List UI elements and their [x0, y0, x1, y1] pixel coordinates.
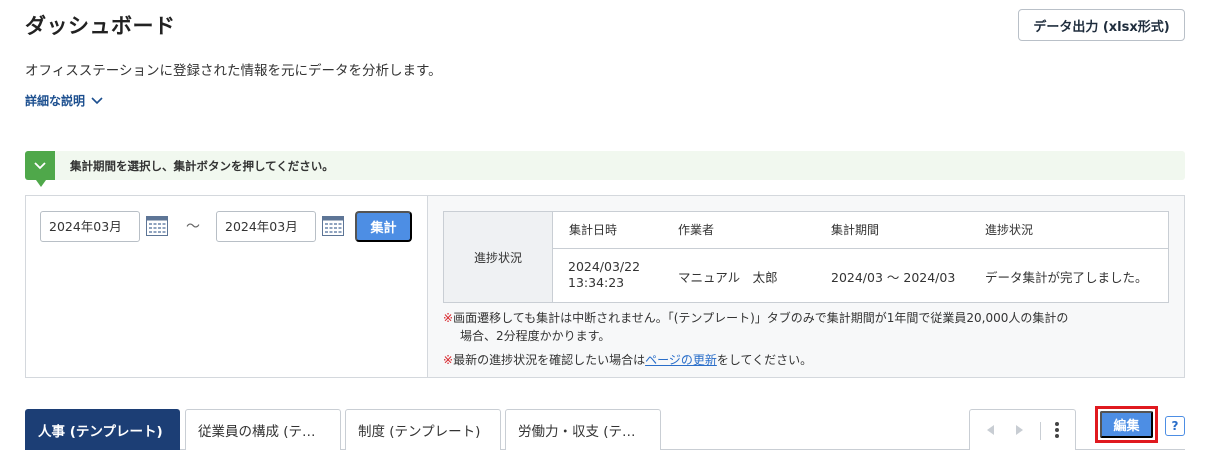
page-refresh-link[interactable]: ページの更新 [645, 353, 717, 367]
note-2-tail: をしてください。 [716, 353, 813, 367]
status-row-header: 進捗状況 [443, 211, 553, 303]
cell-progress: データ集計が完了しました。 [985, 270, 1148, 285]
triangle-left-icon [987, 425, 994, 435]
hint-text: 集計期間を選択し、集計ボタンを押してください。 [70, 159, 334, 173]
aggregate-button[interactable]: 集計 [355, 211, 412, 242]
cell-time: 13:34:23 [568, 275, 625, 290]
detail-toggle-link[interactable]: 詳細な説明 [25, 92, 103, 109]
help-icon[interactable]: ? [1165, 416, 1185, 436]
period-to-input[interactable]: 2024年03月 [216, 211, 316, 242]
chevron-down-icon [91, 96, 103, 104]
note-1: ※画面遷移しても集計は中断されません。「(テンプレート)」タブのみで集計期間が1… [443, 309, 1068, 327]
tab-hr-template[interactable]: 人事 (テンプレート) [25, 409, 180, 450]
note-2-text: 最新の進捗状況を確認したい場合は [453, 353, 646, 367]
export-xlsx-button[interactable]: データ出力 (xlsx形式) [1018, 9, 1185, 41]
chevron-down-icon [34, 161, 46, 169]
note-2: ※最新の進捗状況を確認したい場合はページの更新をしてください。 [443, 351, 812, 369]
next-tab-button[interactable] [1012, 422, 1028, 438]
note-mark: ※ [443, 353, 454, 367]
cell-period: 2024/03 ～ 2024/03 [831, 270, 956, 285]
col-head-operator: 作業者 [678, 223, 715, 237]
tab-employee-composition[interactable]: 従業員の構成 (テ… [185, 409, 341, 450]
more-options-button[interactable] [1049, 422, 1065, 438]
cell-date: 2024/03/22 [568, 259, 641, 274]
page-subtitle: オフィスステーションに登録された情報を元にデータを分析します。 [25, 63, 442, 79]
col-head-progress: 進捗状況 [985, 223, 1034, 237]
tab-pager [969, 409, 1076, 450]
prev-tab-button[interactable] [982, 422, 998, 438]
tab-workforce-balance[interactable]: 労働力・収支 (テ… [505, 409, 661, 450]
period-from-input[interactable]: 2024年03月 [40, 211, 140, 242]
note-1-cont: 場合、2分程度かかります。 [460, 329, 611, 343]
note-mark: ※ [443, 311, 454, 325]
cell-operator: マニュアル 太郎 [678, 270, 778, 285]
period-separator: 〜 [186, 219, 200, 235]
triangle-right-icon [1016, 425, 1023, 435]
pager-separator [1040, 422, 1041, 440]
edit-button[interactable]: 編集 [1100, 411, 1153, 438]
hint-badge [25, 151, 55, 187]
col-head-period: 集計期間 [831, 223, 880, 237]
calendar-icon[interactable] [146, 216, 168, 236]
panel-divider [427, 195, 428, 378]
note-1-line-1: 画面遷移しても集計は中断されません。「(テンプレート)」タブのみで集計期間が1年… [453, 311, 1069, 325]
tab-system-template[interactable]: 制度 (テンプレート) [345, 409, 501, 450]
calendar-icon[interactable] [322, 216, 344, 236]
col-head-datetime: 集計日時 [569, 223, 618, 237]
kebab-menu-icon [1055, 422, 1059, 438]
page-title: ダッシュボード [25, 14, 176, 38]
table-divider [553, 248, 1169, 249]
detail-link-label: 詳細な説明 [25, 94, 86, 108]
